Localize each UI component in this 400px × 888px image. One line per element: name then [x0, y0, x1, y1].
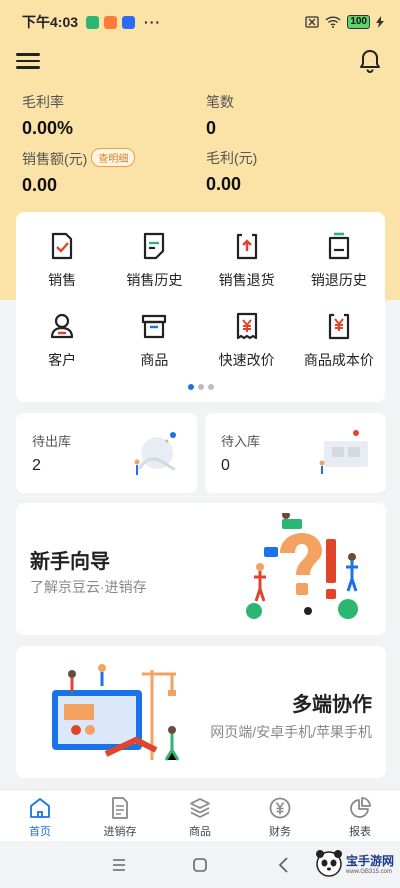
- stat-label: 笔数: [206, 94, 234, 110]
- menu-item-label: 客户: [48, 352, 77, 368]
- menu-item-return-history[interactable]: 销退历史: [293, 232, 385, 312]
- watermark-url: www.GB315.com: [345, 868, 393, 875]
- home-nav-icon[interactable]: [188, 853, 212, 877]
- menu-item-quick-price[interactable]: 快速改价: [201, 312, 293, 392]
- menu-item-sales[interactable]: 销售: [16, 232, 108, 312]
- menu-item-sales-history[interactable]: 销售历史: [108, 232, 200, 312]
- recent-apps-icon[interactable]: [107, 853, 131, 877]
- stat-label: 毛利率: [22, 94, 64, 110]
- page-indicator: [16, 384, 385, 390]
- bottom-tab-bar: 首页 进销存 商品 财务 报表: [0, 789, 400, 841]
- stock-label: 待入库: [221, 434, 261, 449]
- tab-label: 首页: [29, 826, 51, 838]
- zhihu-app-icon: [122, 15, 136, 29]
- watermark-text: 宝手游网: [345, 853, 394, 868]
- menu-item-label: 销退历史: [310, 272, 367, 288]
- tab-home[interactable]: 首页: [0, 790, 80, 841]
- sales-icon: [52, 232, 73, 260]
- pending-inbound-card[interactable]: 待入库 0: [205, 413, 386, 493]
- multi-device-card[interactable]: 多端协作 网页端/安卓手机/苹果手机: [16, 646, 386, 778]
- panda-logo-icon: [315, 850, 342, 877]
- tab-reports[interactable]: 报表: [320, 790, 400, 841]
- menu-item-label: 商品: [140, 352, 169, 368]
- stock-value: 2: [32, 457, 41, 474]
- menu-item-sales-return[interactable]: 销售退货: [201, 232, 293, 312]
- tab-finance[interactable]: 财务: [240, 790, 320, 841]
- customer-icon: [51, 313, 74, 339]
- stat-label: 毛利(元): [206, 150, 258, 166]
- tab-label: 商品: [189, 826, 211, 838]
- menu-item-label: 销售历史: [126, 272, 183, 288]
- yen-coin-icon: [269, 797, 291, 819]
- page-dot[interactable]: [187, 384, 194, 390]
- hamburger-icon[interactable]: [16, 50, 40, 72]
- wifi-icon: [325, 16, 341, 28]
- stat-value: 0: [206, 118, 217, 138]
- pie-chart-icon: [350, 797, 371, 818]
- charging-icon: [376, 16, 384, 28]
- back-icon[interactable]: [272, 853, 296, 877]
- wechat-app-icon: [86, 15, 100, 29]
- page-dot[interactable]: [207, 384, 214, 390]
- multi-device-illustration-icon: [52, 664, 180, 761]
- guide-title: 新手向导: [30, 551, 110, 573]
- multi-device-subtitle: 网页端/安卓手机/苹果手机: [210, 724, 372, 740]
- tab-label: 报表: [349, 826, 371, 838]
- sales-return-icon: [236, 233, 257, 260]
- stat-value: 0.00: [206, 174, 242, 194]
- transaction-count-stat: 笔数 0: [206, 92, 234, 139]
- function-menu-card: 销售 销售历史 销售退货 销退历史 客户 商品 快速改价 商品成本价: [16, 212, 385, 402]
- status-time: 下午4:03: [22, 14, 79, 30]
- beginner-guide-card[interactable]: 新手向导 了解京豆云·进销存: [16, 503, 386, 635]
- bell-icon[interactable]: [358, 48, 382, 74]
- taobao-app-icon: [104, 15, 118, 29]
- tab-products[interactable]: 商品: [160, 790, 240, 841]
- quick-price-icon: [236, 312, 257, 340]
- guide-subtitle: 了解京豆云·进销存: [30, 579, 147, 595]
- stock-value: 0: [221, 457, 230, 474]
- multi-device-title: 多端协作: [292, 694, 372, 716]
- stock-label: 待出库: [32, 434, 72, 449]
- sim-off-icon: [305, 16, 319, 28]
- tab-label: 财务: [269, 826, 291, 838]
- page-dot[interactable]: [197, 384, 204, 390]
- more-notifications-icon: ···: [144, 14, 162, 30]
- menu-item-label: 销售退货: [218, 272, 275, 288]
- outbound-illustration-icon: [134, 432, 176, 475]
- stat-value: 0.00: [22, 175, 58, 195]
- tab-inventory[interactable]: 进销存: [80, 790, 160, 841]
- menu-item-label: 销售: [48, 272, 77, 288]
- menu-item-label: 商品成本价: [303, 352, 374, 368]
- inbound-illustration-icon: [319, 430, 368, 474]
- guide-illustration-icon: [246, 513, 358, 619]
- site-watermark: 宝手游网 www.GB315.com: [314, 848, 394, 878]
- product-icon: [142, 314, 167, 339]
- stat-label: 销售额(元): [22, 151, 88, 167]
- gross-margin-rate-stat: 毛利率 0.00%: [22, 92, 73, 139]
- layers-icon: [190, 798, 210, 818]
- pending-outbound-card[interactable]: 待出库 2: [16, 413, 197, 493]
- home-icon: [30, 798, 50, 818]
- tab-label: 进销存: [103, 826, 137, 838]
- sales-amount-stat: 销售额(元) 查明细 0.00: [22, 148, 136, 196]
- status-bar: 下午4:03 ··· 100: [0, 0, 400, 44]
- cost-price-icon: [328, 313, 349, 340]
- gross-profit-stat: 毛利(元) 0.00: [206, 148, 257, 195]
- document-icon: [112, 797, 128, 819]
- battery-indicator: 100: [347, 15, 370, 29]
- view-detail-button[interactable]: 查明细: [91, 148, 136, 167]
- return-history-icon: [328, 232, 349, 260]
- menu-item-cost-price[interactable]: 商品成本价: [293, 312, 385, 392]
- menu-item-product[interactable]: 商品: [108, 312, 200, 392]
- menu-item-customer[interactable]: 客户: [16, 312, 108, 392]
- menu-item-label: 快速改价: [218, 352, 275, 368]
- app-header: [0, 44, 400, 78]
- sales-history-icon: [144, 232, 165, 260]
- stat-value: 0.00%: [22, 118, 74, 138]
